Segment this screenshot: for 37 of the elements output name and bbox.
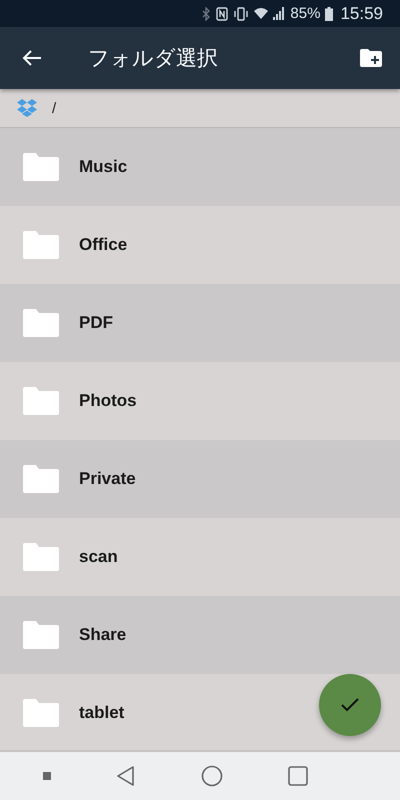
back-arrow-icon — [22, 49, 42, 67]
folder-icon — [23, 153, 59, 181]
folder-name: scan — [79, 547, 118, 567]
home-circle-icon[interactable] — [200, 765, 222, 787]
folder-name: PDF — [79, 313, 113, 333]
folder-icon — [23, 309, 59, 337]
folder-name: Photos — [79, 391, 137, 411]
screen-title: フォルダ選択 — [88, 46, 219, 72]
folder-name: Private — [79, 469, 136, 489]
folder-icon — [23, 387, 59, 415]
nfc-icon — [216, 6, 228, 20]
folder-icon — [23, 621, 59, 649]
folder-name: tablet — [79, 703, 124, 723]
folder-row[interactable]: PDF — [0, 284, 400, 362]
folder-name: Music — [79, 157, 128, 177]
back-triangle-icon[interactable] — [116, 765, 136, 787]
folder-row[interactable]: Music — [0, 128, 400, 206]
wifi-icon — [254, 8, 268, 20]
bluetooth-icon — [201, 6, 212, 20]
checkmark-icon — [340, 697, 360, 713]
signal-icon — [273, 7, 286, 20]
folder-icon — [23, 231, 59, 259]
clock: 15:59 — [340, 4, 383, 24]
vibrate-icon — [233, 6, 250, 20]
folder-icon — [23, 543, 59, 571]
folder-icon — [23, 465, 59, 493]
recents-square-icon[interactable] — [288, 766, 308, 786]
folder-name: Share — [79, 625, 126, 645]
battery-icon — [325, 6, 334, 20]
folder-row[interactable]: Share — [0, 596, 400, 674]
folder-name: Office — [79, 235, 128, 255]
folder-icon — [23, 699, 59, 727]
new-folder-icon — [360, 49, 382, 67]
battery-percent: 85% — [290, 5, 320, 22]
breadcrumb-path: / — [52, 100, 56, 116]
folder-row[interactable]: Private — [0, 440, 400, 518]
dropbox-box-icon — [16, 98, 38, 118]
